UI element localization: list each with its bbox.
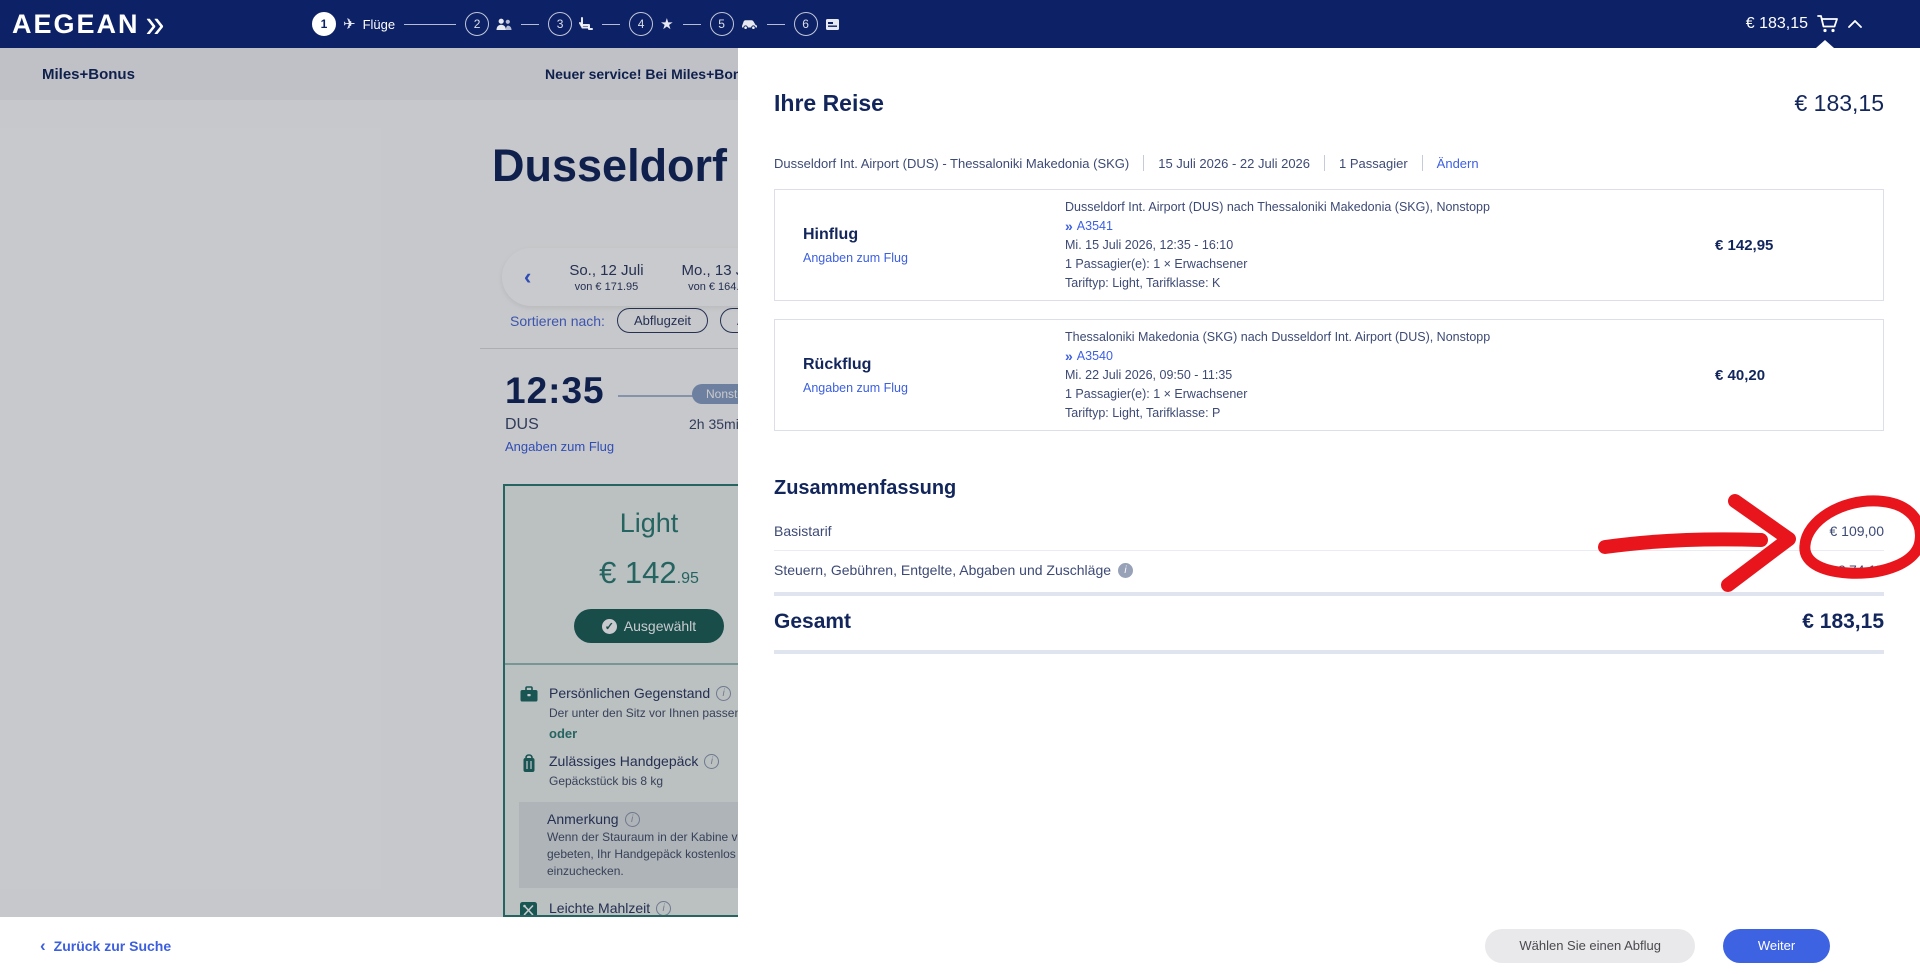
trip-route: Dusseldorf Int. Airport (DUS) - Thessalo… [774, 156, 1129, 171]
modal-dim-overlay[interactable] [0, 48, 738, 917]
taxes-label-text: Steuern, Gebühren, Entgelte, Abgaben und… [774, 562, 1111, 578]
car-icon [741, 18, 758, 30]
stepper-connector [521, 24, 539, 25]
summary-row-label: Basistarif [774, 523, 832, 539]
outbound-passengers: 1 Passagier(e): 1 × Erwachsener [1065, 255, 1693, 274]
cart-icon [1817, 14, 1839, 34]
plane-icon: ✈ [343, 17, 356, 32]
total-row: Gesamt € 183,15 [774, 606, 1884, 638]
step-2-circle: 2 [465, 12, 489, 36]
panel-pointer-caret [1816, 40, 1834, 48]
step-zahlung[interactable]: 6 [794, 12, 840, 36]
panel-total: € 183,15 [1794, 90, 1884, 117]
stepper-connector [683, 24, 701, 25]
outbound-route: Dusseldorf Int. Airport (DUS) nach Thess… [1065, 198, 1693, 217]
return-label: Rückflug [803, 356, 1065, 374]
step-3-circle: 3 [548, 12, 572, 36]
aegean-logo[interactable]: AEGEAN » [12, 7, 164, 41]
cart-summary-toggle[interactable]: € 183,15 [1746, 0, 1862, 48]
airline-chevron-icon: » [1065, 347, 1073, 366]
step-fluege[interactable]: 1 ✈ Flüge [312, 12, 395, 36]
step-5-circle: 5 [710, 12, 734, 36]
panel-title: Ihre Reise [774, 90, 884, 117]
step-6-circle: 6 [794, 12, 818, 36]
summary-title: Zusammenfassung [774, 477, 1884, 500]
divider [774, 592, 1884, 596]
outbound-flight-number-row: » A3541 [1065, 217, 1693, 236]
info-icon[interactable]: i [1118, 563, 1133, 578]
step-mietwagen[interactable]: 5 [710, 12, 758, 36]
summary-row-value: € 74,15 [1837, 562, 1884, 578]
separator [1422, 155, 1423, 171]
outbound-flight-number: A3541 [1077, 217, 1113, 236]
return-fare: Tariftyp: Light, Tarifklasse: P [1065, 404, 1693, 423]
stepper-connector [404, 24, 456, 25]
logo-chevrons-icon: » [146, 4, 165, 43]
trip-meta-row: Dusseldorf Int. Airport (DUS) - Thessalo… [774, 155, 1884, 171]
outbound-datetime: Mi. 15 Juli 2026, 12:35 - 16:10 [1065, 236, 1693, 255]
step-extras[interactable]: 4 ★ [629, 12, 673, 36]
return-flight-number-row: » A3540 [1065, 347, 1693, 366]
back-link-label: Zurück zur Suche [54, 938, 171, 954]
trip-dates: 15 Juli 2026 - 22 Juli 2026 [1158, 156, 1310, 171]
stepper-connector [767, 24, 785, 25]
total-label: Gesamt [774, 610, 851, 634]
separator [1143, 155, 1144, 171]
return-details-link[interactable]: Angaben zum Flug [803, 381, 1065, 395]
top-navigation-bar: AEGEAN » 1 ✈ Flüge 2 3 [0, 0, 1920, 48]
separator [1324, 155, 1325, 171]
booking-stepper: 1 ✈ Flüge 2 3 4 ★ [312, 0, 840, 48]
outbound-label: Hinflug [803, 226, 1065, 244]
summary-row-taxes: Steuern, Gebühren, Entgelte, Abgaben und… [774, 551, 1884, 589]
return-passengers: 1 Passagier(e): 1 × Erwachsener [1065, 385, 1693, 404]
return-flight-number: A3540 [1077, 347, 1113, 366]
trip-passengers: 1 Passagier [1339, 156, 1408, 171]
cart-total: € 183,15 [1746, 15, 1808, 33]
choose-departure-button[interactable]: Wählen Sie einen Abflug [1485, 929, 1695, 963]
step-passagiere[interactable]: 2 [465, 12, 512, 36]
summary-row-value: € 109,00 [1830, 523, 1885, 539]
payment-card-icon [825, 18, 840, 31]
chevron-left-icon: ‹ [40, 936, 46, 956]
step-4-circle: 4 [629, 12, 653, 36]
outbound-flight-box: Hinflug Angaben zum Flug Dusseldorf Int.… [774, 189, 1884, 301]
step-1-circle: 1 [312, 12, 336, 36]
total-value: € 183,15 [1802, 610, 1884, 634]
stepper-connector [602, 24, 620, 25]
return-flight-box: Rückflug Angaben zum Flug Thessaloniki M… [774, 319, 1884, 431]
summary-row-basistarif: Basistarif € 109,00 [774, 512, 1884, 550]
airline-chevron-icon: » [1065, 217, 1073, 236]
return-price: € 40,20 [1693, 367, 1883, 384]
back-to-search-link[interactable]: ‹ Zurück zur Suche [40, 936, 171, 956]
outbound-fare: Tariftyp: Light, Tarifklasse: K [1065, 274, 1693, 293]
continue-button[interactable]: Weiter [1723, 929, 1830, 963]
seat-icon [579, 17, 593, 31]
change-trip-link[interactable]: Ändern [1437, 156, 1479, 171]
divider [774, 650, 1884, 654]
return-route: Thessaloniki Makedonia (SKG) nach Dussel… [1065, 328, 1693, 347]
return-datetime: Mi. 22 Juli 2026, 09:50 - 11:35 [1065, 366, 1693, 385]
aegean-logo-text: AEGEAN [12, 9, 140, 40]
summary-row-label: Steuern, Gebühren, Entgelte, Abgaben und… [774, 562, 1133, 578]
outbound-price: € 142,95 [1693, 237, 1883, 254]
step-1-label: Flüge [363, 17, 396, 32]
passengers-icon [496, 18, 512, 31]
chevron-up-icon [1848, 20, 1862, 28]
panel-title-row: Ihre Reise € 183,15 [774, 90, 1884, 117]
star-icon: ★ [660, 17, 673, 32]
trip-summary-panel: Ihre Reise € 183,15 Dusseldorf Int. Airp… [738, 48, 1920, 917]
outbound-details-link[interactable]: Angaben zum Flug [803, 251, 1065, 265]
step-sitzplaetze[interactable]: 3 [548, 12, 593, 36]
bottom-action-bar: ‹ Zurück zur Suche Wählen Sie einen Abfl… [0, 917, 1920, 974]
